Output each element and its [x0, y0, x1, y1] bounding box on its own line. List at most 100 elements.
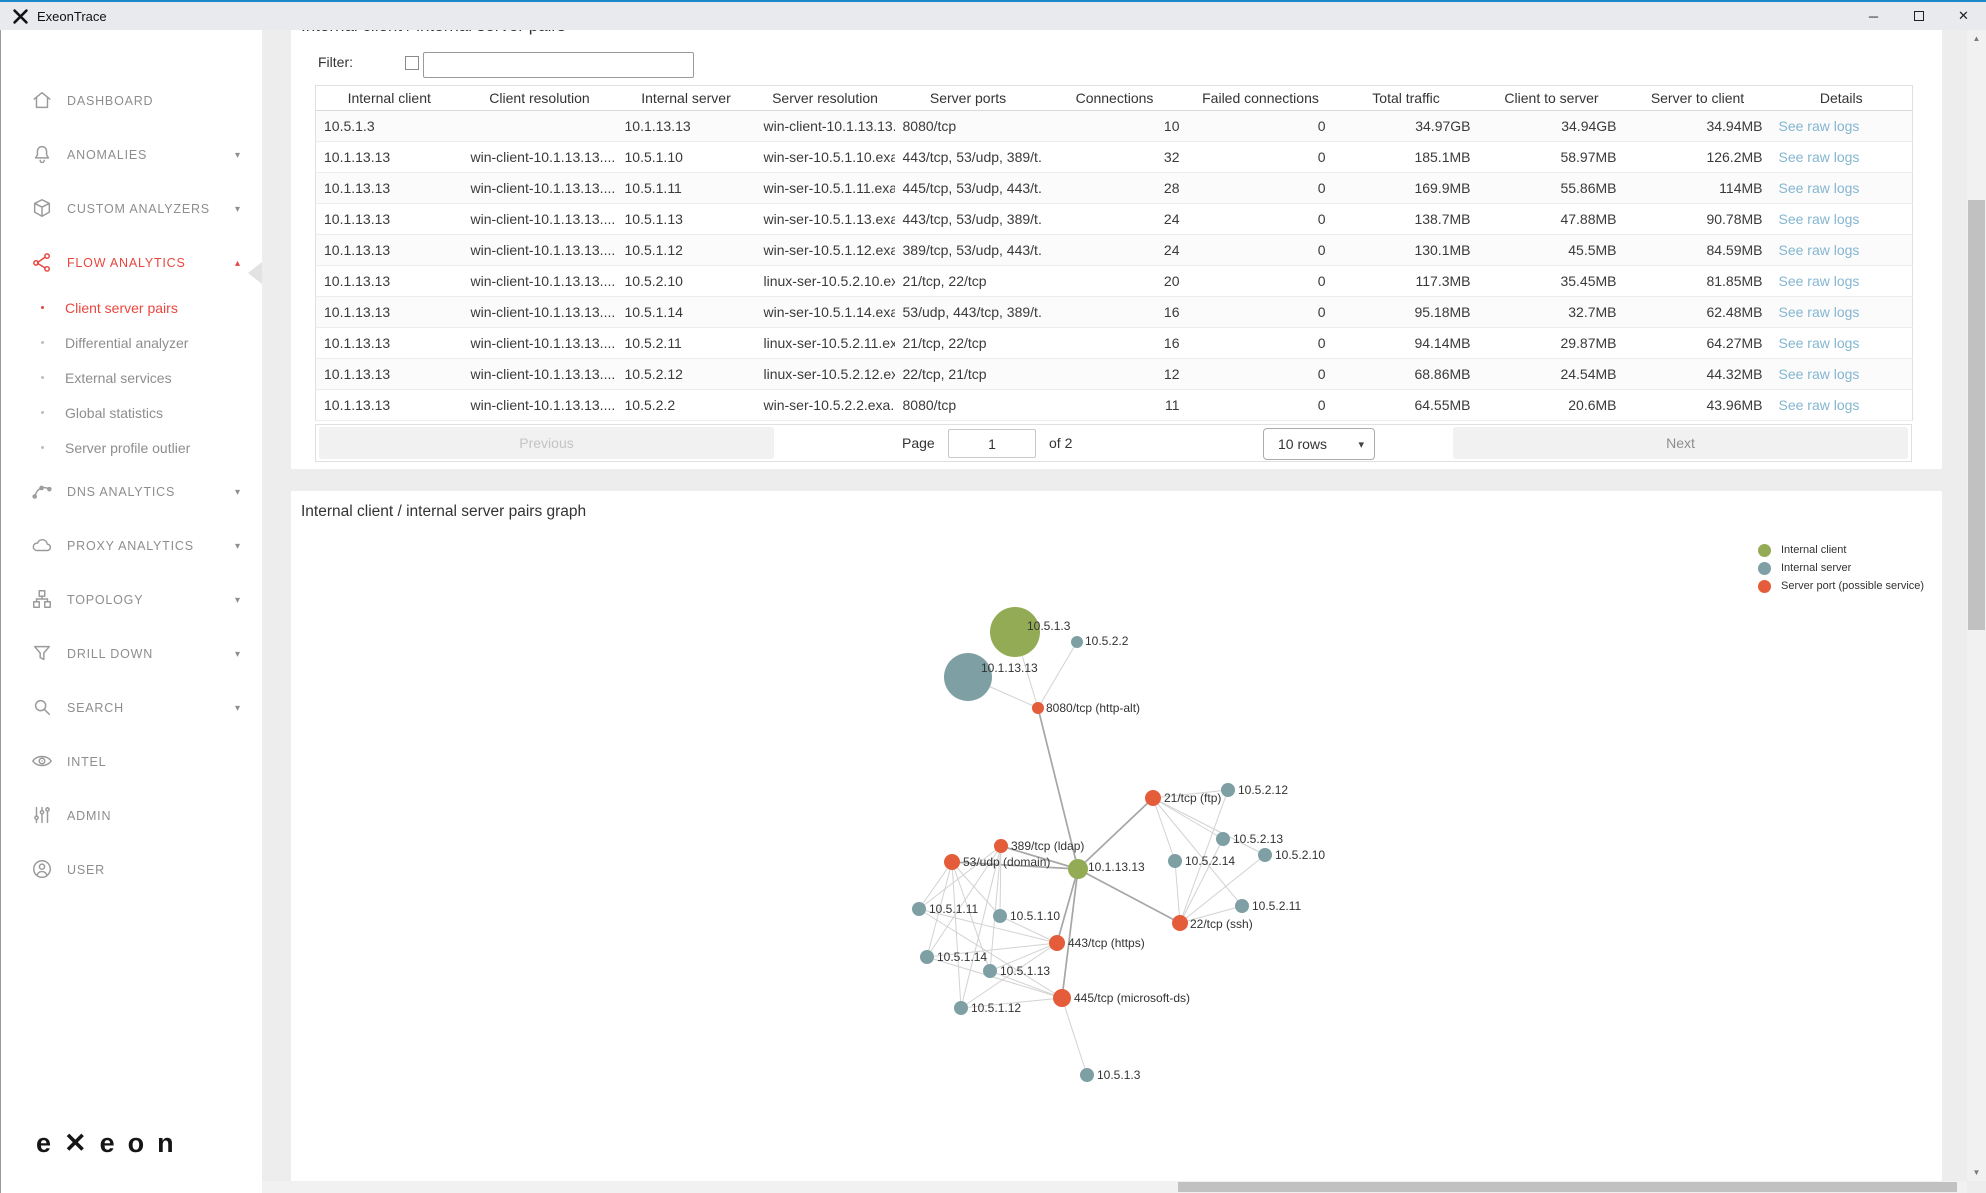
graph-node-10.5.1.10[interactable]: [993, 909, 1007, 923]
column-header-connections[interactable]: Connections: [1042, 86, 1188, 111]
sidebar-item-custom-analyzers[interactable]: CUSTOM ANALYZERS▾: [1, 182, 262, 236]
column-header-client-to-server[interactable]: Client to server: [1479, 86, 1625, 111]
sidebar-subitem-server-profile-outlier[interactable]: Server profile outlier: [1, 430, 262, 465]
graph-node-label: 10.5.1.3: [1097, 1068, 1141, 1082]
table-row[interactable]: 10.1.13.13win-client-10.1.13.13....10.5.…: [316, 204, 1913, 235]
graph-node-445-tcp--microsoft-ds-[interactable]: [1053, 989, 1071, 1007]
graph-node-22-tcp--ssh-[interactable]: [1172, 915, 1188, 931]
sidebar-item-anomalies[interactable]: ANOMALIES▾: [1, 128, 262, 182]
table-row[interactable]: 10.1.13.13win-client-10.1.13.13....10.5.…: [316, 142, 1913, 173]
maximize-button[interactable]: [1896, 2, 1941, 30]
graph-node-label: 53/udp (domain): [963, 855, 1050, 869]
horizontal-scrollbar[interactable]: [262, 1181, 1967, 1193]
sidebar-item-topology[interactable]: TOPOLOGY▾: [1, 573, 262, 627]
graph-node-10.5.2.10[interactable]: [1258, 848, 1272, 862]
scroll-up-icon[interactable]: ▲: [1967, 30, 1986, 47]
see-raw-logs-link[interactable]: See raw logs: [1779, 242, 1860, 258]
column-header-internal-server[interactable]: Internal server: [617, 86, 756, 111]
cell-connections: 16: [1042, 328, 1188, 359]
graph-node-389-tcp--ldap-[interactable]: [994, 839, 1008, 853]
graph-node-443-tcp--https-[interactable]: [1049, 935, 1065, 951]
graph-node-10.5.1.13[interactable]: [983, 964, 997, 978]
see-raw-logs-link[interactable]: See raw logs: [1779, 273, 1860, 289]
column-header-client-resolution[interactable]: Client resolution: [463, 86, 617, 111]
see-raw-logs-link[interactable]: See raw logs: [1779, 397, 1860, 413]
next-button[interactable]: Next: [1453, 427, 1908, 459]
graph-node-10.5.1.3[interactable]: [1080, 1068, 1094, 1082]
graph-node-label: 445/tcp (microsoft-ds): [1074, 991, 1190, 1005]
chevron-down-icon: ▾: [1358, 438, 1364, 451]
sidebar-item-user[interactable]: USER: [1, 843, 262, 897]
table-row[interactable]: 10.1.13.13win-client-10.1.13.13....10.5.…: [316, 359, 1913, 390]
table-row[interactable]: 10.1.13.13win-client-10.1.13.13....10.5.…: [316, 235, 1913, 266]
graph-edge: [1078, 798, 1153, 869]
vertical-scrollbar[interactable]: ▲ ▼: [1967, 30, 1986, 1181]
see-raw-logs-link[interactable]: See raw logs: [1779, 335, 1860, 351]
graph-node-10.5.1.11[interactable]: [912, 902, 926, 916]
see-raw-logs-link[interactable]: See raw logs: [1779, 149, 1860, 165]
sidebar-subitem-external-services[interactable]: External services: [1, 360, 262, 395]
column-header-failed-connections[interactable]: Failed connections: [1188, 86, 1334, 111]
cell-server-ports: 53/udp, 443/tcp, 389/t...: [895, 297, 1042, 328]
table-row[interactable]: 10.1.13.13win-client-10.1.13.13....10.5.…: [316, 328, 1913, 359]
graph-edge: [1175, 861, 1180, 923]
column-header-internal-client[interactable]: Internal client: [316, 86, 463, 111]
horizontal-scrollbar-thumb[interactable]: [1178, 1182, 1957, 1192]
sidebar-item-flow-analytics[interactable]: FLOW ANALYTICS▴: [1, 236, 262, 290]
graph-node-10.5.1.12[interactable]: [954, 1001, 968, 1015]
sidebar-item-intel[interactable]: INTEL: [1, 735, 262, 789]
close-button[interactable]: ✕: [1941, 2, 1986, 30]
graph-node-8080-tcp--http-alt-[interactable]: [1032, 702, 1044, 714]
graph-node-10.5.2.13[interactable]: [1216, 832, 1230, 846]
graph-node-10.5.2.14[interactable]: [1168, 854, 1182, 868]
see-raw-logs-link[interactable]: See raw logs: [1779, 366, 1860, 382]
graph-node-53-udp--domain-[interactable]: [944, 854, 960, 870]
sidebar-item-dashboard[interactable]: DASHBOARD: [1, 74, 262, 128]
cell-server-resolution: win-ser-10.5.1.12.exa...: [756, 235, 895, 266]
sidebar-item-search[interactable]: SEARCH▾: [1, 681, 262, 735]
sidebar-subitem-client-server-pairs[interactable]: Client server pairs: [1, 290, 262, 325]
see-raw-logs-link[interactable]: See raw logs: [1779, 304, 1860, 320]
sidebar-item-dns-analytics[interactable]: DNS ANALYTICS▾: [1, 465, 262, 519]
filter-input[interactable]: [423, 52, 694, 78]
previous-button[interactable]: Previous: [319, 427, 774, 459]
sidebar-item-drill-down[interactable]: DRILL DOWN▾: [1, 627, 262, 681]
eye-icon: [31, 750, 55, 774]
table-row[interactable]: 10.5.1.310.1.13.13win-client-10.1.13.13.…: [316, 111, 1913, 142]
see-raw-logs-link[interactable]: See raw logs: [1779, 180, 1860, 196]
cell-server-resolution: win-ser-10.5.2.2.exa...: [756, 390, 895, 421]
table-row[interactable]: 10.1.13.13win-client-10.1.13.13....10.5.…: [316, 266, 1913, 297]
sidebar-subitem-label: Client server pairs: [65, 300, 178, 316]
column-header-server-to-client[interactable]: Server to client: [1625, 86, 1771, 111]
rows-per-page-select[interactable]: 10 rows ▾: [1263, 428, 1375, 460]
sidebar-subitem-global-statistics[interactable]: Global statistics: [1, 395, 262, 430]
page-number-input[interactable]: [948, 429, 1036, 458]
graph-node-10.5.2.12[interactable]: [1221, 783, 1235, 797]
graph-node-21-tcp--ftp-[interactable]: [1145, 790, 1161, 806]
see-raw-logs-link[interactable]: See raw logs: [1779, 118, 1860, 134]
sidebar-subitem-differential-analyzer[interactable]: Differential analyzer: [1, 325, 262, 360]
minimize-button[interactable]: ─: [1851, 2, 1896, 30]
scroll-down-icon[interactable]: ▼: [1967, 1164, 1986, 1181]
column-header-server-resolution[interactable]: Server resolution: [756, 86, 895, 111]
graph-node-10.5.2.2[interactable]: [1071, 636, 1083, 648]
filter-checkbox[interactable]: [405, 56, 419, 70]
sidebar-item-admin[interactable]: ADMIN: [1, 789, 262, 843]
see-raw-logs-link[interactable]: See raw logs: [1779, 211, 1860, 227]
column-header-details[interactable]: Details: [1771, 86, 1913, 111]
vertical-scrollbar-thumb[interactable]: [1968, 200, 1985, 630]
table-row[interactable]: 10.1.13.13win-client-10.1.13.13....10.5.…: [316, 297, 1913, 328]
table-row[interactable]: 10.1.13.13win-client-10.1.13.13....10.5.…: [316, 173, 1913, 204]
window-accent-line: [0, 0, 1986, 2]
chevron-down-icon: ▾: [235, 649, 240, 660]
sidebar-item-proxy-analytics[interactable]: PROXY ANALYTICS▾: [1, 519, 262, 573]
column-header-total-traffic[interactable]: Total traffic: [1334, 86, 1479, 111]
cell-internal-server: 10.5.2.12: [617, 359, 756, 390]
graph-node-10.1.13.13[interactable]: [1068, 859, 1088, 879]
table-row[interactable]: 10.1.13.13win-client-10.1.13.13....10.5.…: [316, 390, 1913, 421]
graph-node-10.5.2.11[interactable]: [1235, 899, 1249, 913]
sidebar-item-label: ANOMALIES: [67, 148, 147, 162]
graph-node-10.5.1.14[interactable]: [920, 950, 934, 964]
chevron-down-icon: ▾: [235, 541, 240, 552]
column-header-server-ports[interactable]: Server ports: [895, 86, 1042, 111]
